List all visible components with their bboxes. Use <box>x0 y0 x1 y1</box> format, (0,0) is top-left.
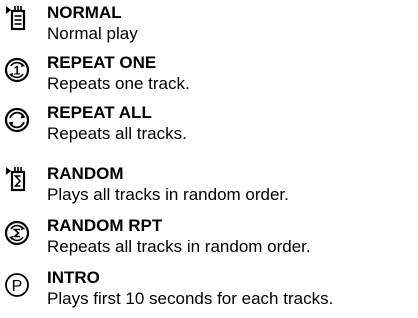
list-item-normal: NORMAL Normal play <box>0 3 418 53</box>
repeat-one-icon: 1 <box>3 55 31 83</box>
mode-title: REPEAT ONE <box>47 53 157 72</box>
mode-description: Normal play <box>47 24 138 43</box>
random-icon <box>3 166 31 194</box>
mode-description: Repeats all tracks in random order. <box>47 237 311 256</box>
svg-text:P: P <box>12 278 23 295</box>
mode-title: RANDOM <box>47 164 124 183</box>
random-repeat-icon <box>3 218 31 246</box>
mode-title: NORMAL <box>47 3 122 22</box>
mode-description: Repeats one track. <box>47 74 190 93</box>
list-item-random: RANDOM Plays all tracks in random order. <box>0 164 418 214</box>
list-item-random-rpt: RANDOM RPT Repeats all tracks in random … <box>0 216 418 266</box>
mode-title: INTRO <box>47 268 100 287</box>
svg-text:1: 1 <box>14 64 21 78</box>
repeat-all-icon <box>3 105 31 133</box>
mode-title: REPEAT ALL <box>47 103 152 122</box>
intro-icon: P <box>3 270 31 298</box>
mode-title: RANDOM RPT <box>47 216 163 235</box>
normal-play-icon <box>3 5 31 33</box>
mode-description: Repeats all tracks. <box>47 124 187 143</box>
play-mode-list: NORMAL Normal play 1 REPEAT ONE Repeats … <box>0 0 418 316</box>
mode-description: Plays all tracks in random order. <box>47 185 289 204</box>
list-item-repeat-one: 1 REPEAT ONE Repeats one track. <box>0 53 418 103</box>
list-item-intro: P INTRO Plays first 10 seconds for each … <box>0 268 418 318</box>
list-item-repeat-all: REPEAT ALL Repeats all tracks. <box>0 103 418 153</box>
mode-description: Plays first 10 seconds for each tracks. <box>47 289 334 308</box>
